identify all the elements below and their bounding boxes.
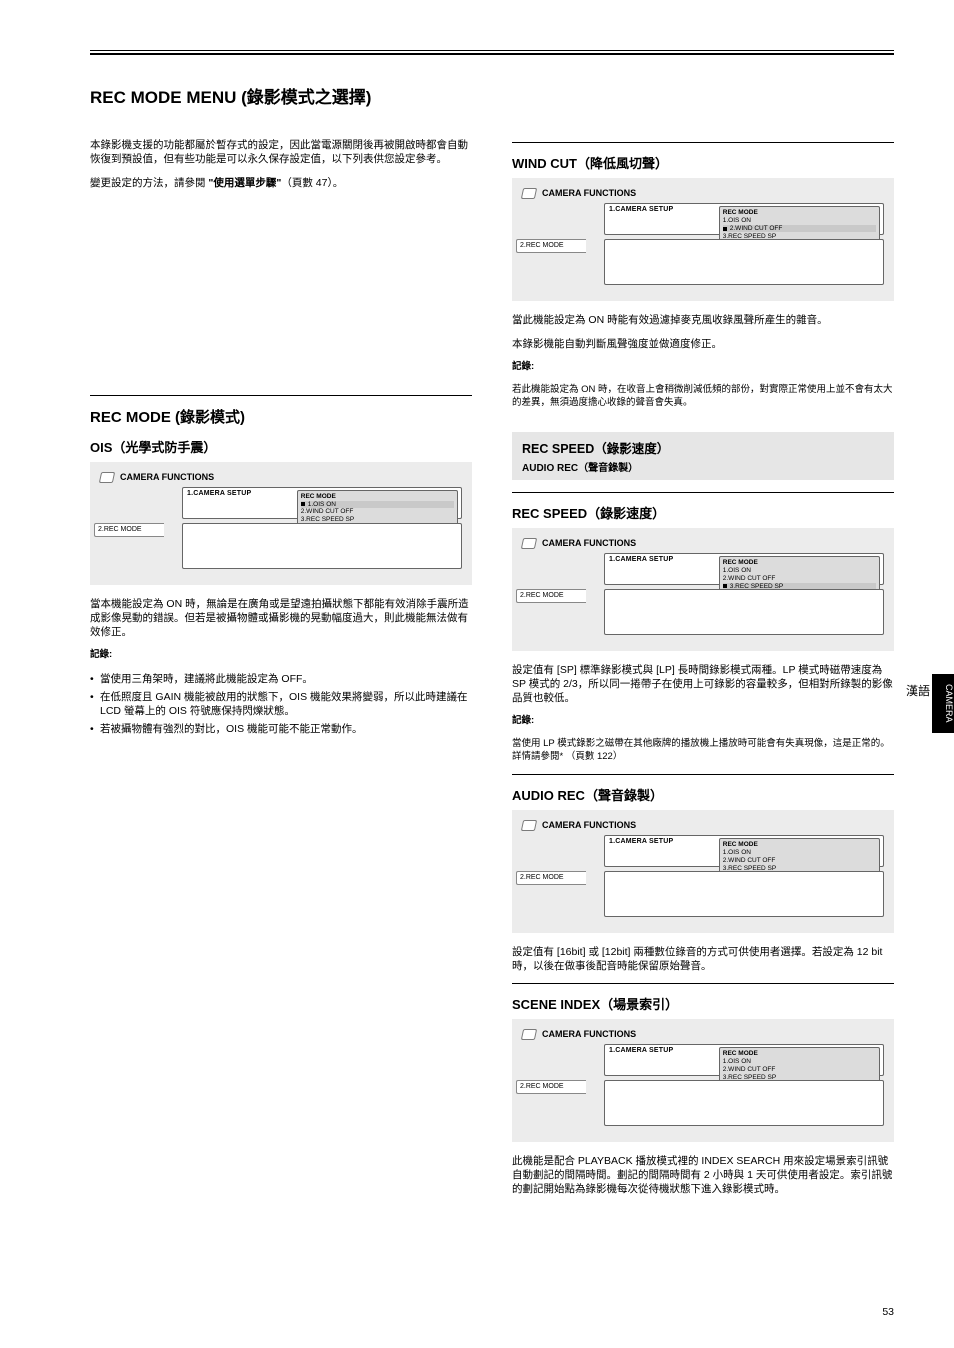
menu-row-text: 2.WIND CUT OFF <box>723 1066 776 1073</box>
tag-icon <box>521 188 537 199</box>
note-text: 若此機能設定為 ON 時，在收音上會稍微削減低頻的部份，對實際正常使用上並不會有… <box>512 384 894 410</box>
menu-row: 2.WIND CUT OFF <box>723 857 876 864</box>
feature-windcut-desc2: 本錄影機能自動判斷風聲強度並做適度修正。 <box>512 337 894 351</box>
tag-icon <box>99 472 115 483</box>
tag-icon <box>521 820 537 831</box>
menu-pane-upper: 1.CAMERA SETUP REC MODE 1.OIS ON 2.WIND … <box>604 1044 884 1076</box>
menu-figure-sceneindex: CAMERA FUNCTIONS 2.REC MODE 1.CAMERA SET… <box>512 1019 894 1142</box>
note-text: 當使用 LP 模式錄影之磁帶在其他廠牌的播放機上播放時可能會有失真現像，這是正常… <box>512 738 894 764</box>
feature-recspeed-desc: 設定值有 [SP] 標準錄影模式與 [LP] 長時間錄影模式兩種。LP 模式時磁… <box>512 663 894 706</box>
feature-bar-sub: AUDIO REC（聲音錄製） <box>522 459 884 474</box>
note-label: 記錄: <box>512 715 894 728</box>
menu-pane-lower <box>604 589 884 635</box>
note-item: 當使用三角架時，建議將此機能設定為 OFF。 <box>90 672 472 686</box>
menu-connector-label: 2.REC MODE <box>516 589 586 603</box>
menu-row-text: 1.OIS ON <box>723 1058 751 1065</box>
menu-row: 1.OIS ON <box>723 1058 876 1065</box>
menu-connector-label: 2.REC MODE <box>516 239 586 253</box>
menu-row: 2.WIND CUT OFF <box>301 508 454 515</box>
menu-row: 2.WIND CUT OFF <box>723 1066 876 1073</box>
figure-title: CAMERA FUNCTIONS <box>542 1029 636 1039</box>
menu-row: 1.OIS ON <box>723 217 876 224</box>
intro-para-1: 本錄影機支援的功能都屬於暫存式的設定，因此當電源關閉後再被開啟時都會自動恢復到預… <box>90 138 472 166</box>
subpane-head: REC MODE <box>723 841 876 848</box>
section-rule <box>90 395 472 396</box>
section-rule <box>512 983 894 984</box>
feature-ois-desc: 當本機能設定為 ON 時，無論是在廣角或是望遠拍攝狀態下都能有效消除手震所造成影… <box>90 597 472 640</box>
section-rule <box>512 774 894 775</box>
subpane-head: REC MODE <box>723 559 876 566</box>
menu-pane-lower <box>604 871 884 917</box>
feature-recspeed-title: REC SPEED（錄影速度） <box>512 503 894 522</box>
page-top-rule <box>90 50 894 55</box>
right-column: WIND CUT（降低風切聲） CAMERA FUNCTIONS 2.REC M… <box>512 138 894 1207</box>
feature-audiorec-desc: 設定值有 [16bit] 或 [12bit] 兩種數位錄音的方式可供使用者選擇。… <box>512 945 894 973</box>
menu-row: 1.OIS ON <box>301 501 454 508</box>
subpane-head: REC MODE <box>301 493 454 500</box>
menu-row: 2.WIND CUT OFF <box>723 225 876 232</box>
menu-figure-windcut: CAMERA FUNCTIONS 2.REC MODE 1.CAMERA SET… <box>512 178 894 301</box>
menu-figure-ois: CAMERA FUNCTIONS 2.REC MODE 1.CAMERA SET… <box>90 462 472 585</box>
note-label: 記錄: <box>90 649 472 662</box>
note-item: 在低照度且 GAIN 機能被啟用的狀態下，OIS 機能效果將變弱，所以此時建議在… <box>90 690 472 718</box>
section-rule <box>512 142 894 143</box>
menu-figure-recspeed: CAMERA FUNCTIONS 2.REC MODE 1.CAMERA SET… <box>512 528 894 651</box>
rec-mode-heading: REC MODE (錄影模式) <box>90 406 472 427</box>
figure-title: CAMERA FUNCTIONS <box>542 820 636 830</box>
menu-row: 1.OIS ON <box>723 849 876 856</box>
figure-title: CAMERA FUNCTIONS <box>542 188 636 198</box>
menu-row-text: 2.WIND CUT OFF <box>301 508 354 515</box>
intro-bold: "使用選單步驟" <box>208 177 281 189</box>
figure-title: CAMERA FUNCTIONS <box>542 538 636 548</box>
menu-connector-label: 2.REC MODE <box>516 1080 586 1094</box>
feature-windcut-desc1: 當此機能設定為 ON 時能有效過濾掉麥克風收錄風聲所產生的雜音。 <box>512 313 894 327</box>
cursor-dot-icon <box>723 584 727 588</box>
menu-connector-label: 2.REC MODE <box>94 523 164 537</box>
menu-row-text: 1.OIS ON <box>723 217 751 224</box>
note-list: 當使用三角架時，建議將此機能設定為 OFF。 在低照度且 GAIN 機能被啟用的… <box>90 672 472 737</box>
intro-ref: （頁數 47）。 <box>281 177 343 189</box>
menu-row-text: 1.OIS ON <box>723 567 751 574</box>
page-number: 53 <box>882 1306 894 1318</box>
tag-icon <box>521 538 537 549</box>
page-title: REC MODE MENU (錄影模式之選擇) <box>90 83 894 108</box>
menu-row-text: 1.OIS ON <box>723 849 751 856</box>
menu-pane-lower <box>604 1080 884 1126</box>
tag-icon <box>521 1029 537 1040</box>
feature-sceneindex-title: SCENE INDEX（場景索引） <box>512 994 894 1013</box>
feature-bar-title: REC SPEED（錄影速度） <box>522 438 884 457</box>
side-chapter-tab: CAMERA <box>932 674 954 733</box>
feature-sceneindex-desc: 此機能是配合 PLAYBACK 播放模式裡的 INDEX SEARCH 用來設定… <box>512 1154 894 1197</box>
menu-pane-lower <box>182 523 462 569</box>
menu-row-text: 2.WIND CUT OFF <box>730 225 783 232</box>
feature-ois-title: OIS（光學式防手震） <box>90 437 472 456</box>
menu-pane-upper: 1.CAMERA SETUP REC MODE 1.OIS ON 2.WIND … <box>604 203 884 235</box>
section-rule <box>512 492 894 493</box>
note-item: 若被攝物體有強烈的對比，OIS 機能可能不能正常動作。 <box>90 722 472 736</box>
intro-para-2: 變更設定的方法，請參閱 "使用選單步驟"（頁數 47）。 <box>90 176 472 190</box>
menu-row-text: 2.WIND CUT OFF <box>723 857 776 864</box>
chapter-label-cn: 漢語 <box>906 682 930 699</box>
cursor-dot-icon <box>723 227 727 231</box>
menu-pane-upper: 1.CAMERA SETUP REC MODE 1.OIS ON 2.WIND … <box>182 487 462 519</box>
subpane-head: REC MODE <box>723 209 876 216</box>
feature-audiorec-title: AUDIO REC（聲音錄製） <box>512 785 894 804</box>
feature-bar-recspeed-audio: REC SPEED（錄影速度） AUDIO REC（聲音錄製） <box>512 432 894 480</box>
menu-pane-upper: 1.CAMERA SETUP REC MODE 1.OIS ON 2.WIND … <box>604 835 884 867</box>
menu-connector-label: 2.REC MODE <box>516 871 586 885</box>
feature-windcut-title: WIND CUT（降低風切聲） <box>512 153 894 172</box>
menu-pane-upper: 1.CAMERA SETUP REC MODE 1.OIS ON 2.WIND … <box>604 553 884 585</box>
intro-text: 變更設定的方法，請參閱 <box>90 177 208 189</box>
menu-row-text: 1.OIS ON <box>308 501 336 508</box>
menu-row: 1.OIS ON <box>723 567 876 574</box>
menu-figure-audiorec: CAMERA FUNCTIONS 2.REC MODE 1.CAMERA SET… <box>512 810 894 933</box>
menu-pane-lower <box>604 239 884 285</box>
menu-row-text: 2.WIND CUT OFF <box>723 575 776 582</box>
left-column: 本錄影機支援的功能都屬於暫存式的設定，因此當電源關閉後再被開啟時都會自動恢復到預… <box>90 138 472 1207</box>
figure-title: CAMERA FUNCTIONS <box>120 472 214 482</box>
menu-row: 2.WIND CUT OFF <box>723 575 876 582</box>
cursor-dot-icon <box>301 502 305 506</box>
subpane-head: REC MODE <box>723 1050 876 1057</box>
note-label: 記錄: <box>512 361 894 374</box>
